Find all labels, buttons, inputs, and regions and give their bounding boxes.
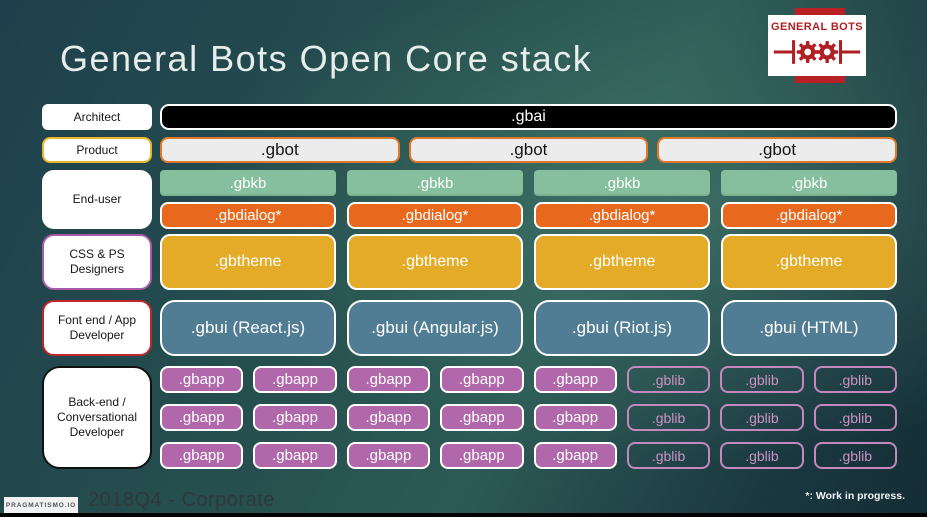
gbkb-box: .gbkb [160, 170, 336, 196]
gbapp-box: .gbapp [253, 442, 337, 469]
gbapp-box: .gbapp [160, 404, 244, 431]
gbapp-box: .gbapp [346, 442, 431, 469]
role-label-product: Product [42, 137, 152, 163]
gbapp-box: .gbapp [346, 366, 431, 393]
gbapp-box: .gbapp [160, 442, 244, 469]
gbapp-box: .gbapp [440, 366, 524, 393]
gbkb-box: .gbkb [534, 170, 710, 196]
slide: General Bots Open Core stack GENERAL BOT… [0, 0, 927, 517]
gbtheme-box: .gbtheme [160, 234, 336, 290]
general-bots-logo: GENERAL BOTS [768, 15, 866, 76]
gbot-box: .gbot [408, 137, 649, 163]
gbapp-box: .gbapp [440, 404, 524, 431]
gbdialog-box: .gbdialog* [534, 202, 710, 229]
pragmatismo-logo: PRAGMATISMO.IO [4, 497, 78, 513]
gbui-react-box: .gbui (React.js) [160, 300, 336, 356]
gbapp-box: .gbapp [346, 404, 431, 431]
role-label-designers: CSS & PS Designers [42, 234, 152, 290]
gblib-box: .gblib [813, 442, 897, 469]
gbui-riot-box: .gbui (Riot.js) [534, 300, 710, 356]
gears-icon [773, 40, 861, 64]
gbui-angular-box: .gbui (Angular.js) [347, 300, 523, 356]
role-label-backend-developer: Back-end / Conversational Developer [42, 366, 152, 469]
gblib-box: .gblib [626, 442, 711, 469]
gbdialog-box: .gbdialog* [721, 202, 897, 229]
pragmatismo-logo-text: PRAGMATISMO.IO [5, 501, 77, 509]
gblib-box: .gblib [813, 404, 897, 431]
row-backend-1: .gbapp .gbapp .gbapp .gbapp .gbapp .gbli… [160, 366, 897, 393]
footer-caption: 2018Q4 - Corporate [88, 489, 275, 511]
gbtheme-box: .gbtheme [721, 234, 897, 290]
row-gbtheme: .gbtheme .gbtheme .gbtheme .gbtheme [160, 234, 897, 290]
gbtheme-box: .gbtheme [534, 234, 710, 290]
role-label-architect: Architect [42, 104, 152, 130]
gblib-box: .gblib [626, 404, 711, 431]
gbot-box: .gbot [657, 137, 897, 163]
gbapp-box: .gbapp [253, 404, 337, 431]
gbapp-box: .gbapp [533, 404, 617, 431]
gbapp-box: .gbapp [533, 366, 617, 393]
page-title: General Bots Open Core stack [60, 38, 593, 79]
gbapp-box: .gbapp [253, 366, 337, 393]
work-in-progress-note: *: Work in progress. [805, 490, 905, 502]
gbtheme-box: .gbtheme [347, 234, 523, 290]
row-backend-3: .gbapp .gbapp .gbapp .gbapp .gbapp .gbli… [160, 442, 897, 469]
row-gbkb: .gbkb .gbkb .gbkb .gbkb [160, 170, 897, 196]
row-gbai: .gbai [160, 104, 897, 130]
gblib-box: .gblib [626, 366, 711, 393]
gbapp-box: .gbapp [160, 366, 244, 393]
gbdialog-box: .gbdialog* [160, 202, 336, 229]
bottom-edge-bar [0, 513, 927, 517]
gbkb-box: .gbkb [721, 170, 897, 196]
gblib-box: .gblib [720, 404, 804, 431]
gbkb-box: .gbkb [347, 170, 523, 196]
gblib-box: .gblib [720, 366, 804, 393]
gbot-box: .gbot [160, 137, 400, 163]
gbapp-box: .gbapp [440, 442, 524, 469]
gbui-html-box: .gbui (HTML) [721, 300, 897, 356]
row-gbui: .gbui (React.js) .gbui (Angular.js) .gbu… [160, 300, 897, 356]
gbdialog-box: .gbdialog* [347, 202, 523, 229]
row-gbot: .gbot .gbot .gbot [160, 137, 897, 163]
role-label-frontend-developer: Font end / App Developer [42, 300, 152, 356]
gblib-box: .gblib [813, 366, 897, 393]
logo-wordmark: GENERAL BOTS [771, 21, 863, 33]
gbai-box: .gbai [160, 104, 897, 130]
gbapp-box: .gbapp [533, 442, 617, 469]
role-label-end-user: End-user [42, 170, 152, 229]
gblib-box: .gblib [720, 442, 804, 469]
row-gbdialog: .gbdialog* .gbdialog* .gbdialog* .gbdial… [160, 202, 897, 229]
row-backend-2: .gbapp .gbapp .gbapp .gbapp .gbapp .gbli… [160, 404, 897, 431]
